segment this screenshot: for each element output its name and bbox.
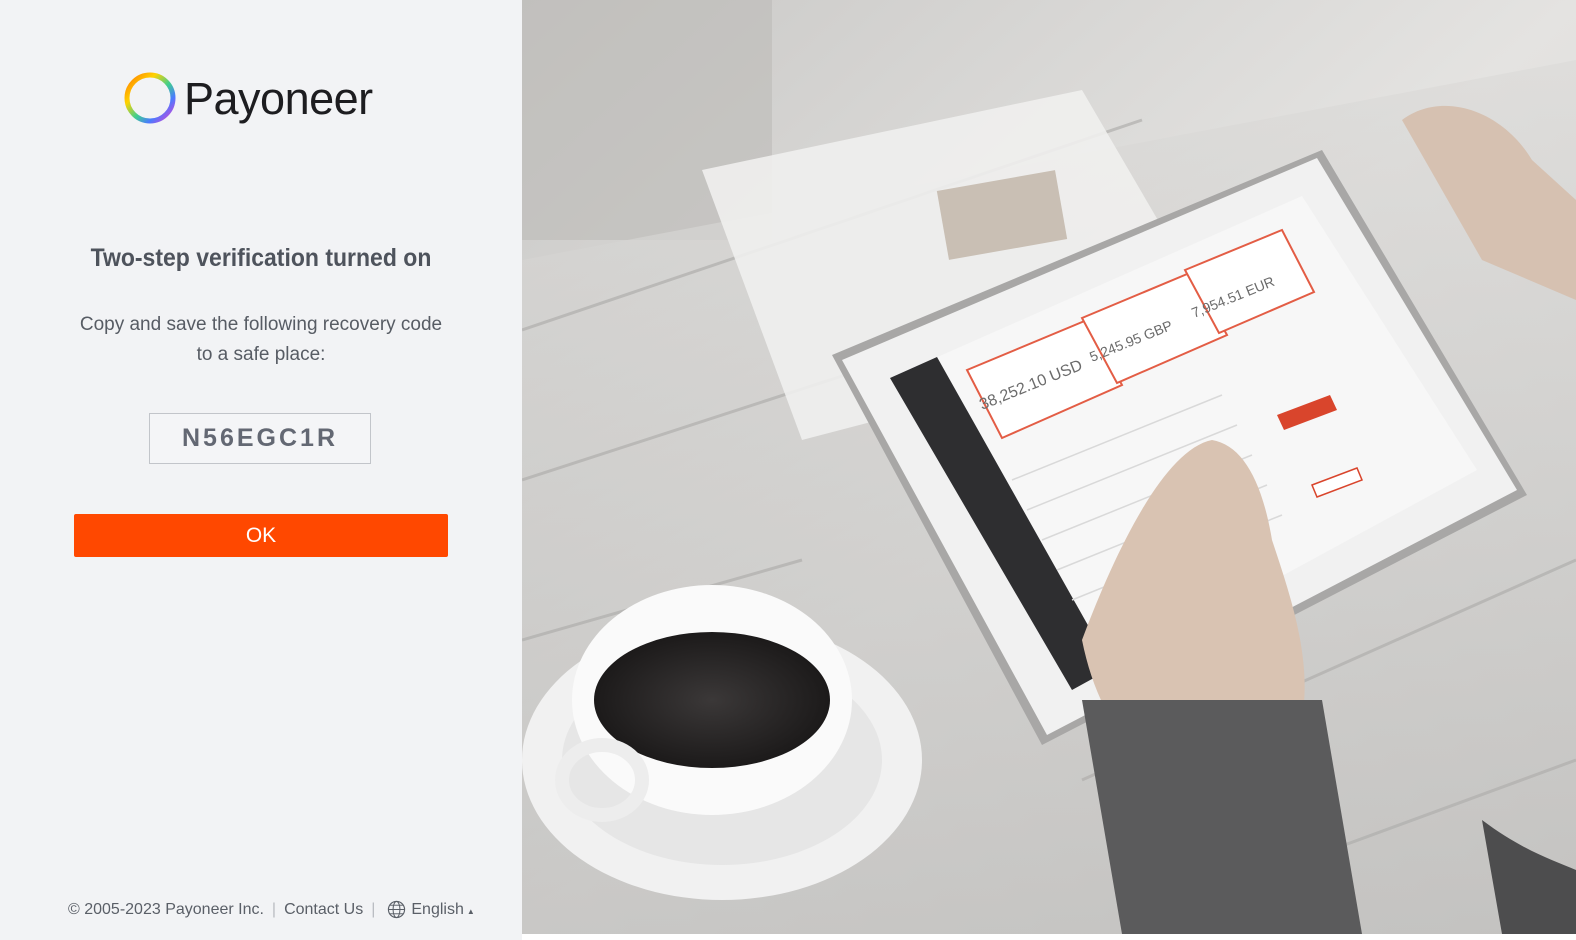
- hero-photo: 38,252.10 USD 5,245.95 GBP 7,954.51 EUR: [522, 0, 1576, 934]
- globe-icon: [388, 900, 406, 919]
- auth-panel: Payoneer Two-step verification turned on…: [0, 0, 522, 940]
- footer: © 2005-2023 Payoneer Inc. | Contact Us |…: [68, 900, 475, 919]
- instruction-text: Copy and save the following recovery cod…: [61, 310, 461, 370]
- payoneer-ring-logo-icon: [124, 72, 176, 124]
- language-label: English: [411, 900, 464, 918]
- instruction-line-1: Copy and save the following recovery cod…: [79, 314, 443, 335]
- instruction-line-2: to a safe place:: [196, 344, 326, 365]
- footer-divider: |: [371, 900, 376, 918]
- language-selector[interactable]: English ▲: [387, 900, 475, 919]
- contact-us-link[interactable]: Contact Us: [284, 901, 363, 919]
- copyright-text: © 2005-2023 Payoneer Inc.: [68, 900, 264, 918]
- ok-button[interactable]: OK: [74, 514, 448, 557]
- brand-logo: Payoneer: [123, 70, 373, 126]
- recovery-code-box[interactable]: N56EGC1R: [149, 413, 371, 464]
- page-title: Two-step verification turned on: [90, 244, 432, 272]
- brand-name: Payoneer: [184, 73, 373, 124]
- footer-divider: |: [271, 900, 277, 918]
- caret-up-icon: ▲: [466, 906, 475, 916]
- hero-illustration: 38,252.10 USD 5,245.95 GBP 7,954.51 EUR: [522, 0, 1576, 934]
